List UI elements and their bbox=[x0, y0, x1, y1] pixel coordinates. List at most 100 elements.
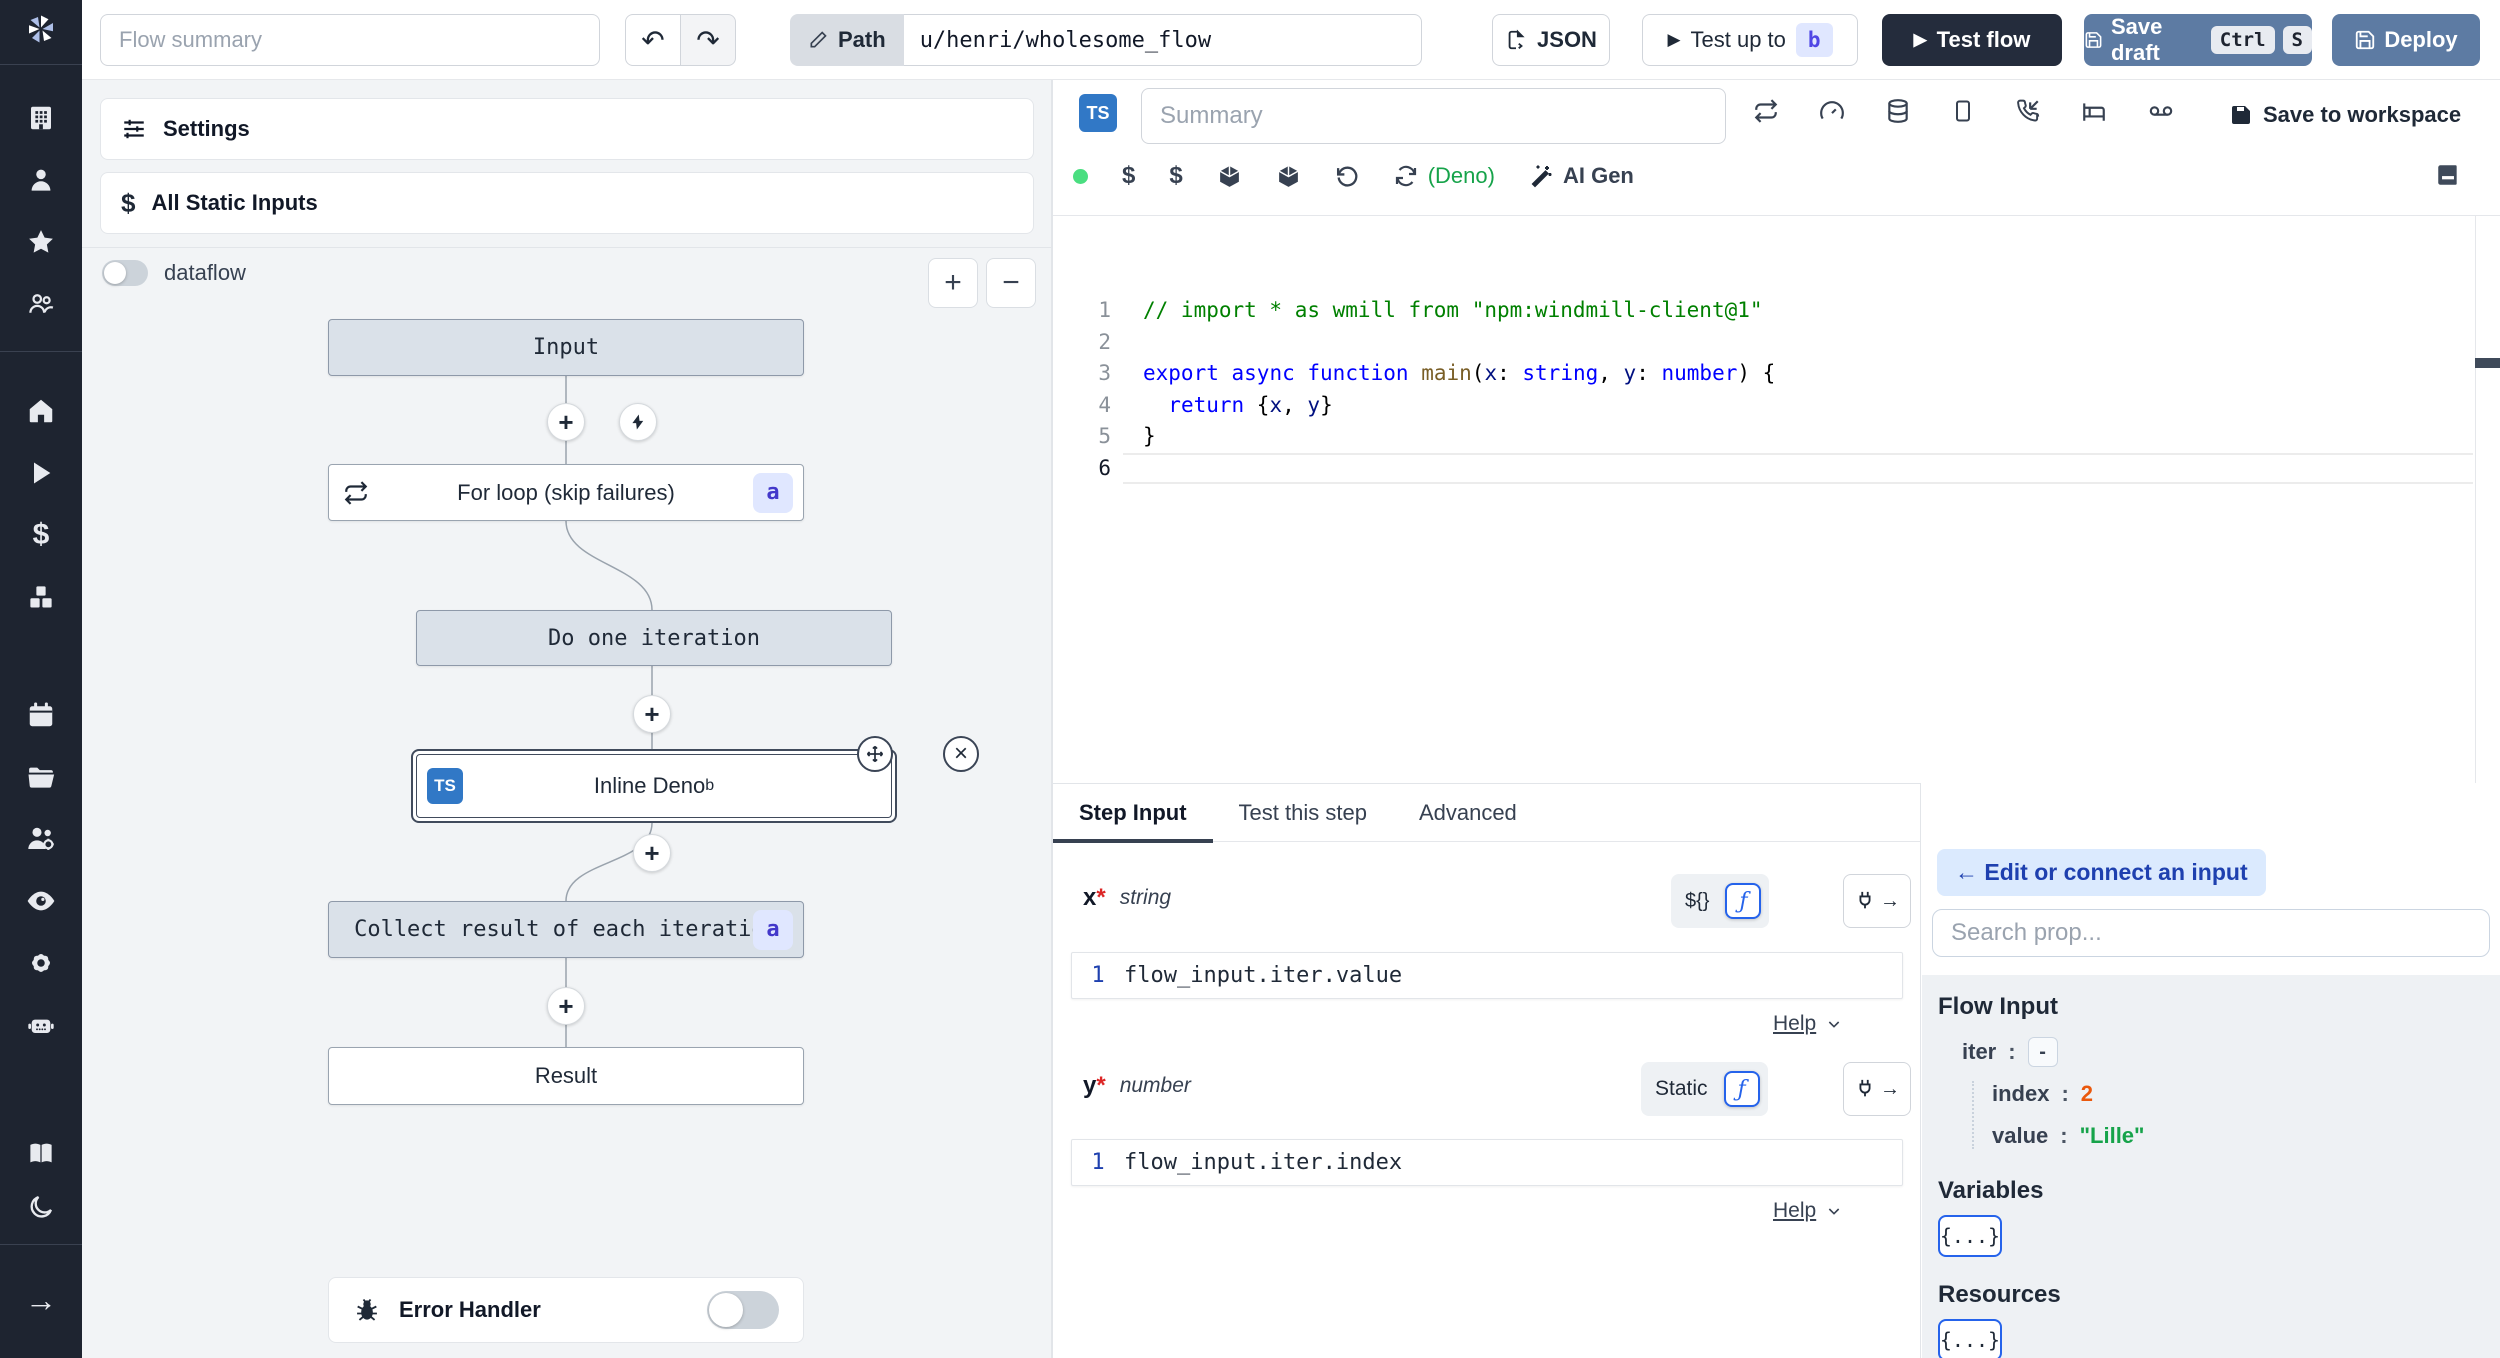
plus-icon: + bbox=[558, 406, 574, 437]
flow-node-collect-result[interactable]: Collect result of each iteration a bbox=[328, 901, 804, 958]
sidebar-item-groups[interactable] bbox=[0, 273, 82, 335]
delete-node-button[interactable]: × bbox=[943, 736, 979, 772]
add-step-button[interactable]: + bbox=[633, 695, 671, 733]
early-stop-gauge-icon[interactable] bbox=[1819, 98, 1845, 124]
flow-node-input[interactable]: Input bbox=[328, 319, 804, 376]
scrollbar-thumb[interactable] bbox=[2475, 358, 2500, 368]
edit-or-connect-badge[interactable]: ← Edit or connect an input bbox=[1937, 849, 2266, 896]
play-icon: ▶ bbox=[1667, 30, 1681, 49]
test-flow-button[interactable]: ▶ Test flow bbox=[1882, 14, 2062, 66]
add-resource-dollar-icon[interactable]: $ bbox=[1169, 162, 1182, 190]
wand-sparkles-icon bbox=[1531, 165, 1552, 188]
add-step-button[interactable]: + bbox=[547, 987, 585, 1025]
dark-mode-moon-icon[interactable] bbox=[0, 1184, 82, 1230]
error-handler-toggle[interactable] bbox=[707, 1291, 779, 1329]
tab-advanced[interactable]: Advanced bbox=[1393, 784, 1543, 841]
deploy-button[interactable]: Deploy bbox=[2332, 14, 2480, 66]
resources-object-chip[interactable]: {...} bbox=[1938, 1319, 2002, 1358]
collapse-sidebar-arrow-icon[interactable]: → bbox=[0, 1269, 82, 1331]
step-badge: b bbox=[1795, 23, 1833, 57]
mock-square-icon[interactable] bbox=[1951, 98, 1975, 124]
add-variable-dollar-icon[interactable]: $ bbox=[1122, 162, 1135, 190]
plug-icon bbox=[1859, 891, 1871, 909]
sidebar-item-folders[interactable] bbox=[0, 746, 82, 808]
save-draft-button[interactable]: Save draft Ctrl S bbox=[2084, 14, 2312, 66]
search-prop-input[interactable] bbox=[1932, 909, 2490, 957]
docs-book-icon[interactable] bbox=[0, 1122, 82, 1184]
reset-rotate-ccw-icon[interactable] bbox=[1335, 164, 1360, 189]
tree-row-iter[interactable]: iter: - bbox=[1962, 1037, 2484, 1067]
test-up-to-button[interactable]: ▶ Test up to b bbox=[1642, 14, 1858, 66]
tab-test-this-step[interactable]: Test this step bbox=[1213, 784, 1393, 841]
ai-gen-button[interactable]: AI Gen bbox=[1529, 163, 1634, 189]
sidebar-item-workspace[interactable] bbox=[0, 87, 82, 149]
package-icon[interactable] bbox=[1217, 164, 1242, 189]
plus-icon: + bbox=[644, 698, 660, 729]
flow-summary-input[interactable] bbox=[100, 14, 600, 66]
add-step-button[interactable]: + bbox=[633, 834, 671, 872]
sidebar-item-home[interactable] bbox=[0, 380, 82, 442]
cache-database-icon[interactable] bbox=[1885, 98, 1911, 124]
tree-row-value[interactable]: value: "Lille" bbox=[1992, 1123, 2484, 1149]
typescript-badge: TS bbox=[1079, 94, 1117, 132]
save-to-workspace-button[interactable]: Save to workspace bbox=[2229, 102, 2461, 128]
template-mode-option[interactable]: ${} bbox=[1679, 890, 1715, 913]
javascript-mode-selected[interactable]: ƒ bbox=[1725, 883, 1762, 919]
path-input[interactable] bbox=[903, 14, 1422, 66]
voicemail-icon[interactable] bbox=[2147, 98, 2175, 124]
pencil-icon bbox=[810, 31, 827, 48]
library-book-icon[interactable] bbox=[2435, 162, 2461, 188]
add-trigger-button[interactable] bbox=[619, 403, 657, 441]
connect-input-plug-button[interactable]: → bbox=[1843, 874, 1911, 928]
collapse-node-button[interactable]: - bbox=[2027, 1037, 2058, 1067]
error-handler-card[interactable]: Error Handler bbox=[328, 1277, 804, 1343]
sidebar-item-user[interactable] bbox=[0, 149, 82, 211]
sidebar-item-ai[interactable] bbox=[0, 994, 82, 1056]
sidebar-item-runs[interactable] bbox=[0, 442, 82, 504]
sleep-bed-icon[interactable] bbox=[2081, 98, 2107, 124]
flow-node-forloop[interactable]: For loop (skip failures) a bbox=[328, 464, 804, 521]
step-config-icons bbox=[1753, 98, 2175, 124]
edit-path-button[interactable]: Path bbox=[790, 14, 904, 66]
plus-icon: + bbox=[558, 990, 574, 1021]
static-mode-option[interactable]: Static bbox=[1649, 1077, 1714, 1101]
help-link[interactable]: Help bbox=[1773, 1012, 1842, 1036]
sidebar-item-favorites[interactable] bbox=[0, 211, 82, 273]
tab-step-input[interactable]: Step Input bbox=[1053, 784, 1213, 843]
plus-icon: + bbox=[644, 837, 660, 868]
suspend-phone-incoming-icon[interactable] bbox=[2015, 98, 2041, 124]
move-node-handle[interactable] bbox=[857, 736, 893, 772]
field-x-expression-editor[interactable]: 1 flow_input.iter.value bbox=[1071, 952, 1903, 999]
flow-node-inline-deno-selected[interactable]: TS Inline Deno b bbox=[411, 749, 897, 823]
sidebar-item-workers[interactable] bbox=[0, 808, 82, 870]
javascript-mode-selected[interactable]: ƒ bbox=[1723, 1071, 1760, 1107]
flow-node-do-one-iteration[interactable]: Do one iteration bbox=[416, 610, 892, 666]
connect-input-plug-button[interactable]: → bbox=[1843, 1062, 1911, 1116]
redo-button[interactable]: ↷ bbox=[680, 14, 736, 66]
flow-node-result[interactable]: Result bbox=[328, 1047, 804, 1105]
code-lines[interactable]: // import * as wmill from "npm:windmill-… bbox=[1143, 295, 1775, 484]
field-y-expression-editor[interactable]: 1 flow_input.iter.index bbox=[1071, 1139, 1903, 1186]
prop-picker-panel: ← Edit or connect an input Flow Input it… bbox=[1922, 783, 2500, 1358]
add-step-button[interactable]: + bbox=[547, 403, 585, 441]
lightning-icon bbox=[632, 414, 644, 430]
windmill-logo[interactable] bbox=[0, 0, 82, 58]
tree-row-index[interactable]: index: 2 bbox=[1992, 1081, 2484, 1107]
package-icon[interactable] bbox=[1276, 164, 1301, 189]
variables-object-chip[interactable]: {...} bbox=[1938, 1215, 2002, 1257]
sidebar-item-settings[interactable] bbox=[0, 932, 82, 994]
sidebar-item-variables[interactable]: $ bbox=[0, 504, 82, 566]
sidebar-item-schedules[interactable] bbox=[0, 684, 82, 746]
step-summary-input[interactable] bbox=[1141, 88, 1726, 144]
retries-repeat-icon[interactable] bbox=[1753, 98, 1779, 124]
undo-button[interactable]: ↶ bbox=[625, 14, 681, 66]
help-link[interactable]: Help bbox=[1773, 1199, 1842, 1223]
json-button[interactable]: JSON bbox=[1492, 14, 1610, 66]
sidebar-rail: $ → bbox=[0, 0, 82, 1358]
sidebar-item-audit[interactable] bbox=[0, 870, 82, 932]
plug-icon bbox=[1859, 1079, 1871, 1097]
resources-title: Resources bbox=[1938, 1281, 2061, 1308]
change-language-button[interactable]: (Deno) bbox=[1394, 163, 1495, 189]
editor-scroll-column[interactable] bbox=[2475, 215, 2500, 783]
sidebar-item-resources[interactable] bbox=[0, 566, 82, 628]
